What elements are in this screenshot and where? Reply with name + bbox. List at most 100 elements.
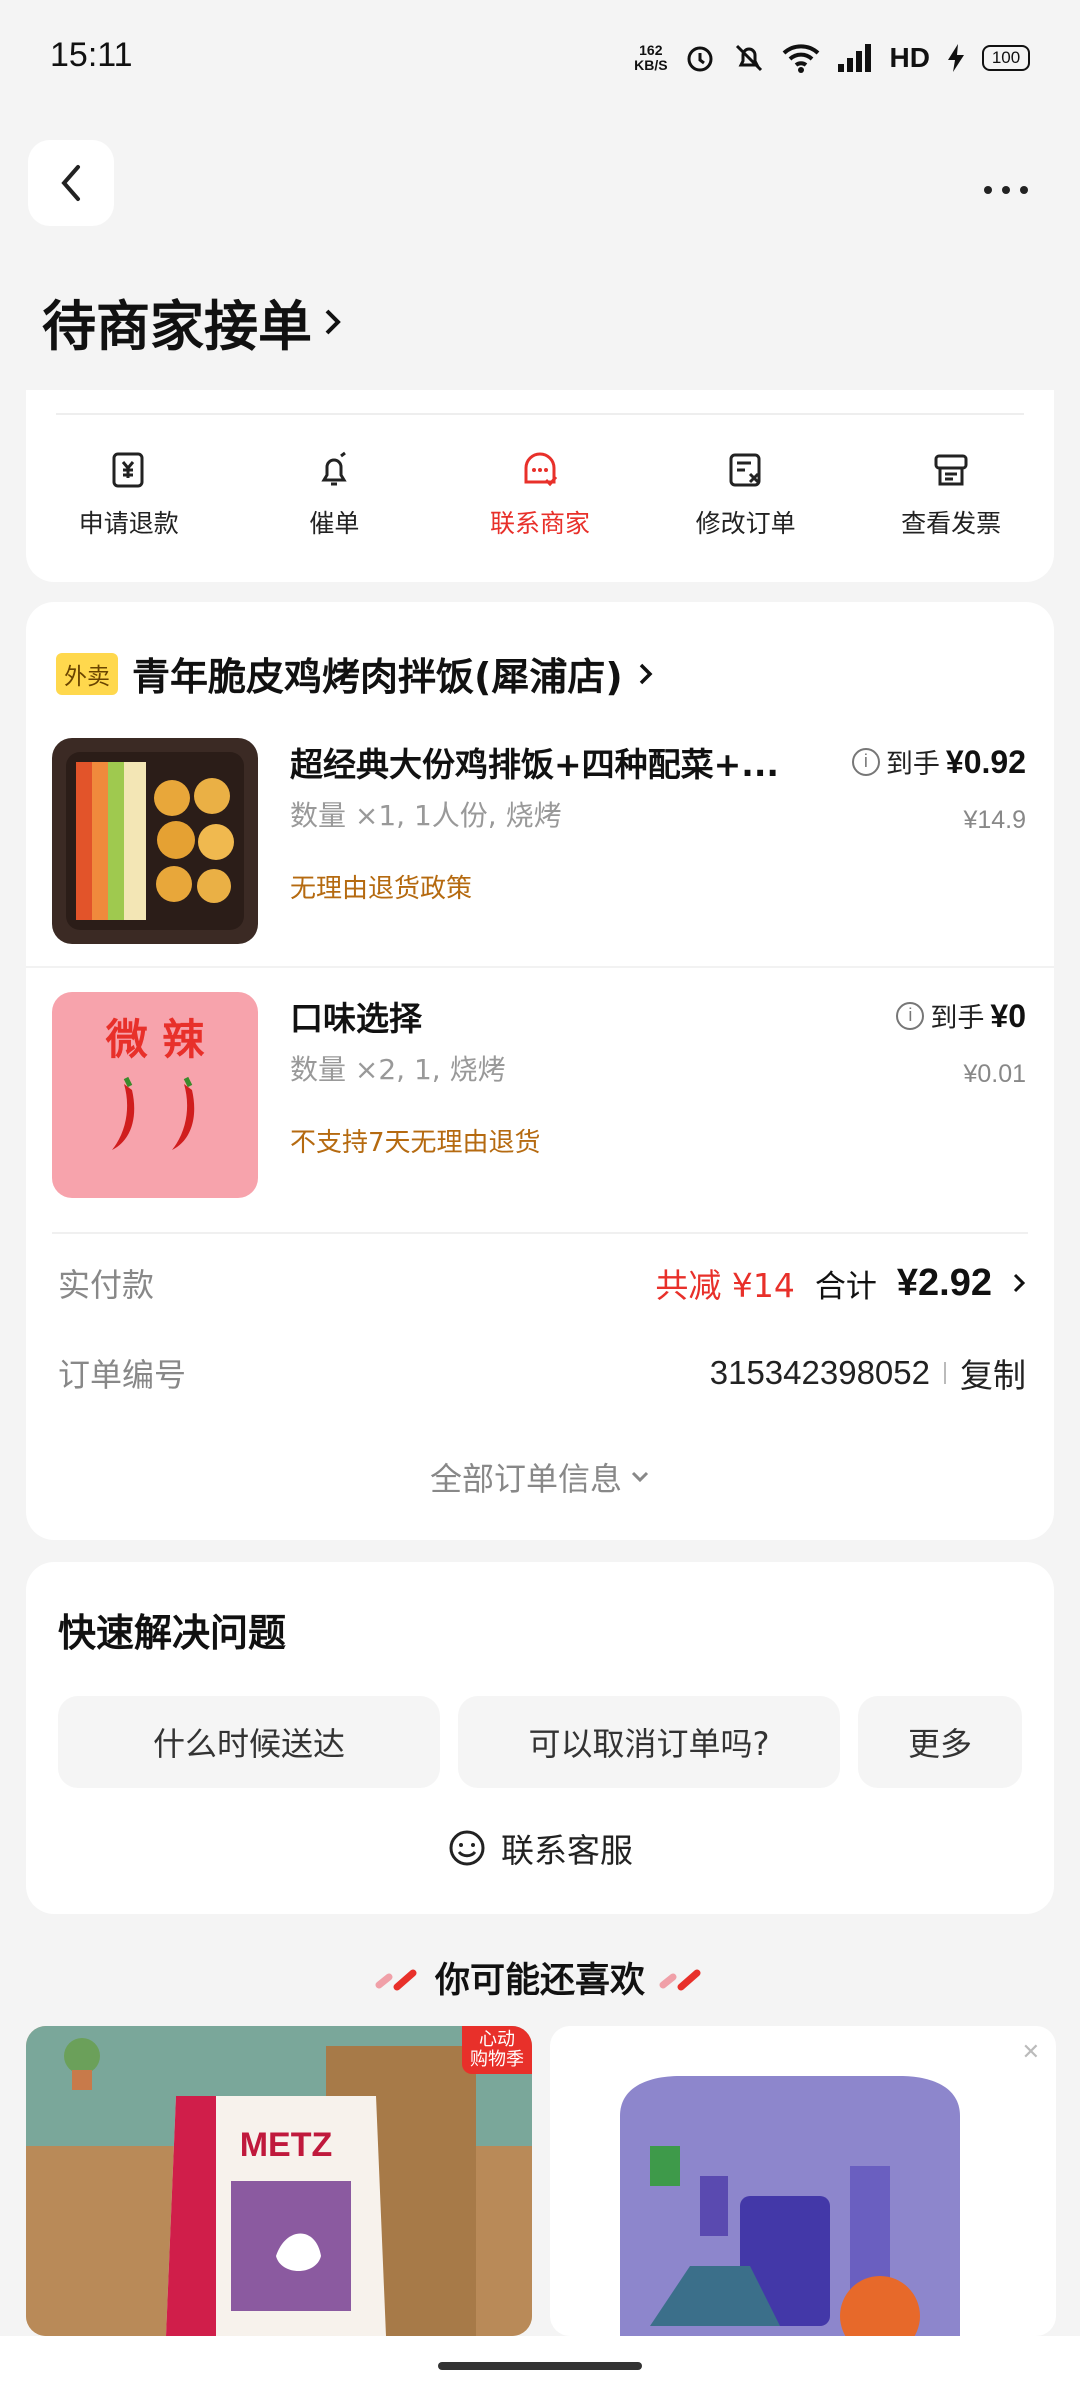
question-chip-more[interactable]: 更多	[858, 1696, 1022, 1788]
price-label: 到手	[885, 749, 940, 780]
product-image: METZ	[26, 2026, 532, 2336]
edit-order-icon	[729, 453, 761, 487]
item-name: 口味选择	[290, 999, 422, 1038]
contact-merchant-button[interactable]: 联系商家	[437, 450, 643, 540]
item-price: i 到手 ¥0.92	[851, 742, 1026, 781]
payment-row[interactable]: 实付款 共减 ¥14 合计 ¥2.92	[58, 1258, 1026, 1308]
smiley-icon	[449, 1830, 485, 1866]
dismiss-icon[interactable]: ✕	[1022, 2040, 1040, 2065]
action-label: 申请退款	[78, 509, 179, 538]
item-specs: 数量 ×1, 1人份, 烧烤	[290, 799, 562, 832]
info-icon[interactable]: i	[851, 747, 880, 776]
action-bar: 申请退款 催单 联系商家 修改订单 查看发票	[26, 390, 1054, 582]
dot-icon	[1020, 186, 1028, 194]
bell-icon	[321, 451, 348, 486]
item-specs: 数量 ×2, 1, 烧烤	[290, 1053, 506, 1086]
net-speed-value: 162	[639, 42, 663, 58]
wifi-icon	[782, 44, 819, 73]
original-price: ¥14.9	[963, 806, 1026, 834]
recommend-card[interactable]: ✕	[550, 2026, 1056, 2336]
action-label: 联系商家	[489, 509, 590, 538]
contact-support-label: 联系客服	[501, 1831, 633, 1870]
gesture-bar	[0, 2336, 1080, 2400]
total-label: 合计	[814, 1268, 877, 1305]
contact-support-button[interactable]: 联系客服	[26, 1824, 1054, 1872]
status-time: 15:11	[50, 36, 133, 74]
status-bar: 15:11 162 KB/S HD 100	[0, 0, 1080, 110]
invoice-icon	[934, 454, 968, 486]
original-price: ¥0.01	[963, 1060, 1026, 1088]
edit-order-button[interactable]: 修改订单	[643, 450, 849, 540]
action-label: 查看发票	[901, 509, 1002, 538]
all-order-info-label: 全部订单信息	[429, 1460, 622, 1498]
action-label: 修改订单	[695, 509, 796, 538]
item-image	[52, 738, 258, 944]
battery-indicator: 100	[982, 45, 1030, 71]
quick-help-card: 快速解决问题 什么时候送达 可以取消订单吗? 更多 联系客服	[26, 1562, 1054, 1914]
chevron-right-icon	[1013, 1273, 1026, 1293]
mute-icon	[735, 44, 762, 72]
info-icon[interactable]: i	[896, 1001, 925, 1030]
item-image: 微 辣	[52, 992, 258, 1198]
network-type: HD	[889, 42, 930, 73]
thumb-text: 微 辣	[105, 1015, 206, 1064]
chevron-down-icon	[631, 1471, 649, 1483]
price-value: ¥0.92	[945, 744, 1026, 780]
order-item[interactable]: 微 辣 口味选择 数量 ×2, 1, 烧烤 不支持7天无理由退货 i 到手 ¥0…	[26, 982, 1054, 1222]
decoration-icon	[659, 1969, 701, 1990]
copy-button[interactable]: 复制	[960, 1349, 1026, 1397]
question-chip-delivery-time[interactable]: 什么时候送达	[58, 1696, 440, 1788]
price-value: ¥0	[990, 998, 1026, 1034]
merchant-chat-icon	[524, 452, 558, 487]
brand-text: METZ	[240, 2126, 333, 2164]
net-speed-unit: KB/S	[634, 57, 668, 73]
promo-badge: 心动 购物季	[462, 2026, 532, 2074]
more-button[interactable]	[968, 170, 1044, 210]
order-status-title[interactable]: 待商家接单	[42, 282, 344, 361]
signal-icon	[837, 44, 871, 72]
dot-icon	[1002, 186, 1010, 194]
price-label: 到手	[930, 1003, 985, 1034]
store-link[interactable]: 外卖 青年脆皮鸡烤肉拌饭(犀浦店)	[56, 646, 655, 701]
refund-icon	[112, 452, 144, 488]
discount-amount: 共减 ¥14	[655, 1266, 795, 1305]
order-card: 外卖 青年脆皮鸡烤肉拌饭(犀浦店) 超经典大份鸡排饭+四种配菜+... 数量 ×…	[26, 602, 1054, 1540]
order-number: 315342398052	[709, 1354, 930, 1391]
recommend-title: 你可能还喜欢	[0, 1952, 1080, 2003]
status-icons: 162 KB/S HD 100	[634, 38, 1030, 78]
charging-icon	[948, 44, 964, 72]
divider	[52, 1232, 1028, 1234]
product-image	[620, 2076, 960, 2336]
return-policy: 无理由退货政策	[290, 874, 473, 904]
urge-order-button[interactable]: 催单	[232, 450, 438, 540]
quick-help-title: 快速解决问题	[58, 1611, 287, 1655]
home-indicator[interactable]	[438, 2362, 642, 2370]
page-title: 待商家接单	[42, 295, 312, 358]
divider	[944, 1362, 946, 1384]
order-number-label: 订单编号	[58, 1356, 187, 1394]
back-button[interactable]	[28, 140, 114, 226]
item-price: i 到手 ¥0	[896, 996, 1026, 1035]
chevron-right-icon	[325, 309, 341, 334]
paid-label: 实付款	[58, 1266, 155, 1304]
order-number-row: 订单编号 315342398052 复制	[58, 1348, 1026, 1398]
net-speed-indicator: 162 KB/S	[634, 43, 667, 73]
item-name: 超经典大份鸡排饭+四种配菜+...	[290, 745, 779, 784]
refund-button[interactable]: 申请退款	[26, 450, 232, 540]
dot-icon	[984, 186, 992, 194]
question-chip-cancel-order[interactable]: 可以取消订单吗?	[458, 1696, 840, 1788]
recommend-card[interactable]: METZ 心动 购物季	[26, 2026, 532, 2336]
alarm-icon	[687, 46, 713, 72]
decoration-icon	[375, 1969, 417, 1990]
view-invoice-button[interactable]: 查看发票	[848, 450, 1054, 540]
store-name: 青年脆皮鸡烤肉拌饭(犀浦店)	[132, 655, 623, 699]
recommend-title-text: 你可能还喜欢	[434, 1961, 645, 2001]
divider	[56, 413, 1024, 415]
store-badge: 外卖	[56, 652, 118, 695]
all-order-info-toggle[interactable]: 全部订单信息	[26, 1454, 1054, 1500]
chevron-right-icon	[639, 663, 653, 684]
order-item[interactable]: 超经典大份鸡排饭+四种配菜+... 数量 ×1, 1人份, 烧烤 无理由退货政策…	[26, 728, 1054, 968]
return-policy: 不支持7天无理由退货	[290, 1128, 541, 1158]
action-label: 催单	[309, 509, 360, 538]
total-amount: ¥2.92	[896, 1261, 992, 1304]
